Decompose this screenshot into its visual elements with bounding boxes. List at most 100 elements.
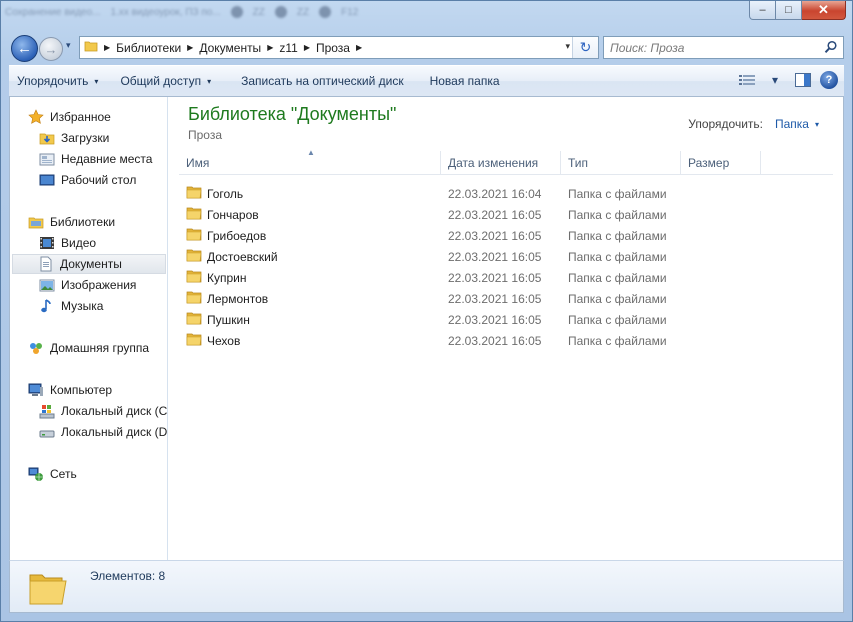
recent-pages-dropdown[interactable]: ▾ xyxy=(66,40,71,51)
file-name-cell: Достоевский xyxy=(186,246,278,267)
file-name-cell: Лермонтов xyxy=(186,288,268,309)
recent-places-icon xyxy=(39,151,55,167)
file-type: Папка с файлами xyxy=(568,291,667,306)
folder-icon xyxy=(28,567,68,610)
sidebar-label: Избранное xyxy=(50,110,111,124)
table-row[interactable]: Достоевский 22.03.2021 16:05 Папка с файла… xyxy=(179,246,833,267)
arrange-by-control: Упорядочить: Папка ▾ xyxy=(688,117,819,131)
sidebar-label: Загрузки xyxy=(61,131,110,145)
column-header-type[interactable]: Тип xyxy=(561,151,681,175)
minimize-button[interactable]: – xyxy=(749,1,776,20)
file-name-cell: Куприн xyxy=(186,267,247,288)
table-row[interactable]: Пушкин 22.03.2021 16:05 Папка с файлами xyxy=(179,309,833,330)
search-input[interactable] xyxy=(610,40,810,55)
chevron-down-icon: ▾ xyxy=(94,76,99,86)
file-name-cell: Гончаров xyxy=(186,204,259,225)
file-type: Папка с файлами xyxy=(568,228,667,243)
explorer-window: Сохранение видео... 1.xx видеоурок, ПЗ п… xyxy=(0,0,853,622)
sidebar-item-downloads[interactable]: Загрузки xyxy=(39,128,109,148)
sidebar-item-recent[interactable]: Недавние места xyxy=(39,149,152,169)
sidebar-item-disk-d[interactable]: Локальный диск (D xyxy=(39,422,167,442)
organize-menu-button[interactable]: Упорядочить ▾ xyxy=(9,68,106,94)
sidebar-item-homegroup[interactable]: Домашняя группа xyxy=(28,338,149,358)
file-name: Гончаров xyxy=(207,207,259,222)
file-name-cell: Грибоедов xyxy=(186,225,266,246)
arrange-by-dropdown[interactable]: Папка xyxy=(775,117,809,131)
sidebar-item-computer[interactable]: Компьютер xyxy=(28,380,112,400)
table-row[interactable]: Грибоедов 22.03.2021 16:05 Папка с файлами xyxy=(179,225,833,246)
file-type: Папка с файлами xyxy=(568,207,667,222)
table-row[interactable]: Гончаров 22.03.2021 16:05 Папка с файлами xyxy=(179,204,833,225)
file-type: Папка с файлами xyxy=(568,312,667,327)
breadcrumb-libraries[interactable]: Библиотеки xyxy=(116,41,181,55)
disk-c-icon xyxy=(39,403,55,419)
modified-date: 22.03.2021 16:05 xyxy=(448,207,542,222)
sidebar-label: Сеть xyxy=(50,467,77,481)
breadcrumb-separator-icon[interactable]: ▶ xyxy=(187,43,193,52)
search-icon[interactable] xyxy=(824,40,838,57)
modified-date: 22.03.2021 16:05 xyxy=(448,291,542,306)
downloads-icon xyxy=(39,130,55,146)
view-options-dropdown[interactable]: ▾ xyxy=(764,69,786,91)
table-row[interactable]: Куприн 22.03.2021 16:05 Папка с файлами xyxy=(179,267,833,288)
folder-icon xyxy=(186,311,202,328)
new-folder-button[interactable]: Новая папка xyxy=(422,68,508,94)
forward-button[interactable]: → xyxy=(39,37,63,61)
sidebar-item-desktop[interactable]: Рабочий стол xyxy=(39,170,136,190)
sidebar-item-disk-c[interactable]: Локальный диск (C xyxy=(39,401,167,421)
blurred-dot-icon xyxy=(274,6,287,18)
blurred-title-5: F12 xyxy=(341,6,359,18)
column-headers: ▲ Имя Дата изменения Тип Размер xyxy=(179,148,833,175)
refresh-button[interactable]: ↻ xyxy=(572,37,598,58)
address-dropdown-icon[interactable]: ▾ xyxy=(565,41,570,52)
file-list: Гоголь 22.03.2021 16:04 Папка с файлами Гон… xyxy=(179,183,833,351)
folder-icon xyxy=(186,185,202,202)
table-row[interactable]: Чехов 22.03.2021 16:05 Папка с файлами xyxy=(179,330,833,351)
sidebar-item-favorites[interactable]: Избранное xyxy=(28,107,111,127)
back-button[interactable]: ← xyxy=(11,35,38,62)
sidebar-item-documents[interactable]: Документы xyxy=(12,254,166,274)
item-count: Элементов: 8 xyxy=(90,569,166,583)
file-name: Куприн xyxy=(207,270,247,285)
breadcrumb-separator-icon[interactable]: ▶ xyxy=(267,43,273,52)
address-bar[interactable]: ▶ Библиотеки ▶ Документы ▶ z11 ▶ Проза ▶… xyxy=(79,36,599,59)
sidebar-item-libraries[interactable]: Библиотеки xyxy=(28,212,115,232)
navigation-bar: ← → ▾ ▶ Библиотеки ▶ Документы ▶ z11 ▶ П… xyxy=(9,33,844,63)
new-folder-label: Новая папка xyxy=(429,74,500,88)
burn-button[interactable]: Записать на оптический диск xyxy=(233,68,412,94)
search-box[interactable] xyxy=(603,36,844,59)
column-header-date[interactable]: Дата изменения xyxy=(441,151,561,175)
change-view-button[interactable] xyxy=(736,69,758,91)
sidebar-item-network[interactable]: Сеть xyxy=(28,464,77,484)
share-menu-button[interactable]: Общий доступ ▾ xyxy=(112,68,219,94)
breadcrumb-proza[interactable]: Проза xyxy=(316,41,350,55)
close-button[interactable]: ✕ xyxy=(802,1,846,20)
sidebar-item-pictures[interactable]: Изображения xyxy=(39,275,136,295)
column-header-size[interactable]: Размер xyxy=(681,151,761,175)
breadcrumb-separator-icon[interactable]: ▶ xyxy=(356,43,362,52)
file-list-pane: Библиотека "Документы" Проза Упорядочить… xyxy=(169,97,843,560)
chevron-down-icon[interactable]: ▾ xyxy=(815,120,819,129)
blurred-title-4: ZZ xyxy=(296,6,310,18)
breadcrumb-documents[interactable]: Документы xyxy=(199,41,261,55)
sidebar-label: Документы xyxy=(60,257,122,271)
breadcrumb-z11[interactable]: z11 xyxy=(279,41,297,55)
sidebar-label: Изображения xyxy=(61,278,137,292)
breadcrumb-separator-icon[interactable]: ▶ xyxy=(304,43,310,52)
table-row[interactable]: Гоголь 22.03.2021 16:04 Папка с файлами xyxy=(179,183,833,204)
sidebar-item-video[interactable]: Видео xyxy=(39,233,96,253)
burn-label: Записать на оптический диск xyxy=(241,74,404,88)
preview-pane-button[interactable] xyxy=(792,69,814,91)
breadcrumb-separator-icon[interactable]: ▶ xyxy=(104,43,110,52)
folder-icon xyxy=(186,206,202,223)
column-header-name[interactable]: Имя xyxy=(179,151,441,175)
network-icon xyxy=(28,466,44,482)
help-icon[interactable]: ? xyxy=(820,71,838,89)
command-bar: Упорядочить ▾ Общий доступ ▾ Записать на… xyxy=(9,65,844,97)
sidebar-item-music[interactable]: Музыка xyxy=(39,296,103,316)
maximize-button[interactable]: □ xyxy=(776,1,802,20)
modified-date: 22.03.2021 16:04 xyxy=(448,186,542,201)
folder-icon xyxy=(186,332,202,349)
table-row[interactable]: Лермонтов 22.03.2021 16:05 Папка с файлами xyxy=(179,288,833,309)
sidebar-label: Домашняя группа xyxy=(50,341,150,355)
